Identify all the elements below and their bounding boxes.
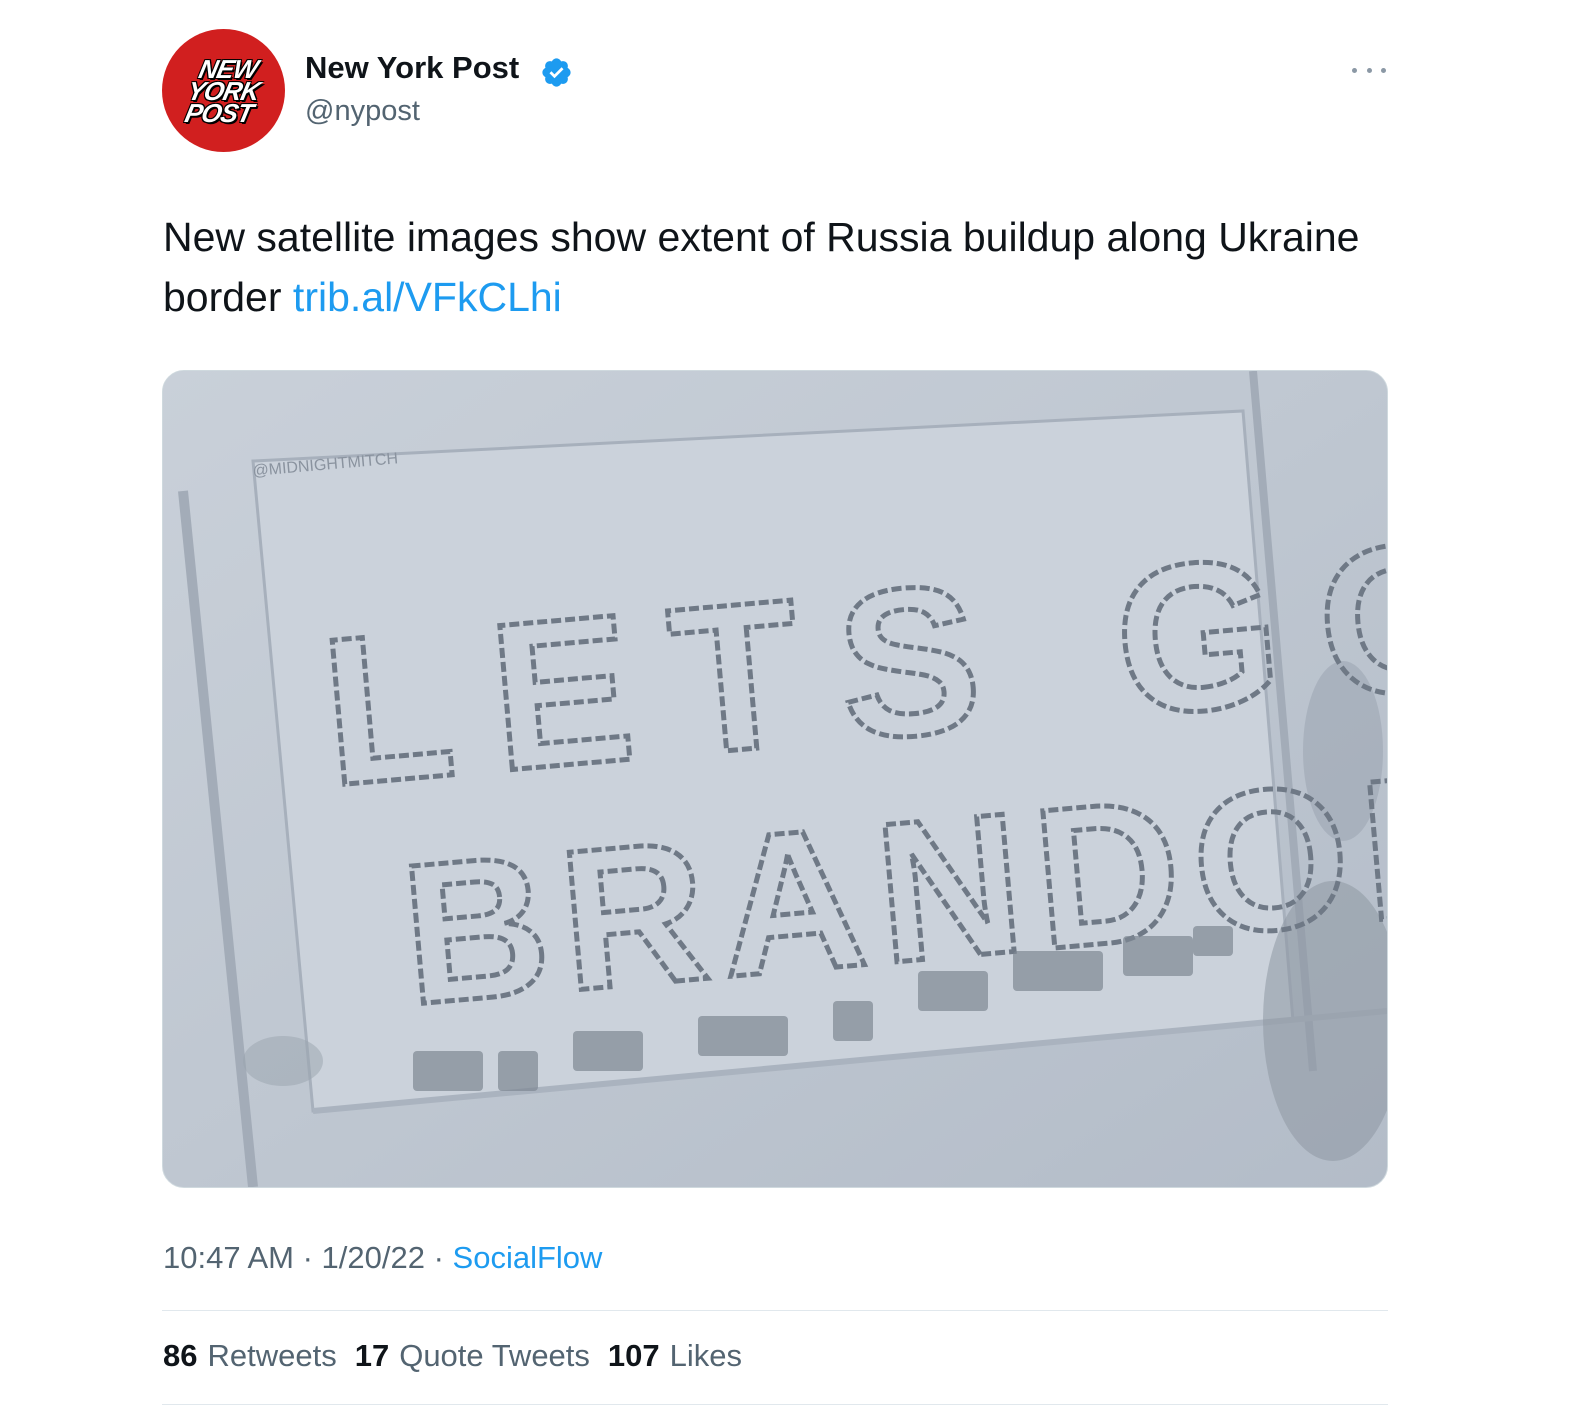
logo-line-3: POST	[182, 97, 256, 128]
tweet-link[interactable]: trib.al/VFkCLhi	[293, 274, 562, 320]
verified-badge-icon	[542, 58, 571, 87]
tweet-date[interactable]: 1/20/22	[322, 1240, 425, 1275]
quote-tweets-stat[interactable]: 17 Quote Tweets	[355, 1338, 590, 1374]
divider	[162, 1310, 1388, 1311]
more-dots-icon[interactable]	[1352, 60, 1386, 80]
tweet-meta: 10:47 AM · 1/20/22 · SocialFlow	[163, 1240, 602, 1276]
satellite-image: @MIDNIGHTMITCH LETS GO BRANDON	[163, 371, 1387, 1187]
author-avatar[interactable]: NEW YORK POST	[162, 29, 285, 152]
tweet-card: NEW YORK POST New York Post @nypost New …	[0, 0, 1574, 1412]
retweets-stat[interactable]: 86 Retweets	[163, 1338, 337, 1374]
quote-label: Quote Tweets	[399, 1338, 590, 1373]
retweets-label: Retweets	[207, 1338, 337, 1373]
tweet-text: New satellite images show extent of Russ…	[163, 207, 1393, 327]
divider	[162, 1404, 1388, 1405]
tweet-media-image[interactable]: @MIDNIGHTMITCH LETS GO BRANDON	[162, 370, 1388, 1188]
likes-count: 107	[607, 1338, 660, 1373]
meta-separator: ·	[424, 1240, 453, 1275]
tweet-source[interactable]: SocialFlow	[453, 1240, 603, 1275]
likes-label: Likes	[669, 1338, 743, 1373]
likes-stat[interactable]: 107 Likes	[608, 1338, 742, 1374]
author-name[interactable]: New York Post	[305, 50, 519, 86]
nypost-logo: NEW YORK POST	[181, 54, 266, 128]
meta-separator: ·	[293, 1240, 322, 1275]
quote-count: 17	[354, 1338, 390, 1373]
retweets-count: 86	[163, 1338, 198, 1373]
tweet-time[interactable]: 10:47 AM	[163, 1240, 294, 1275]
author-handle[interactable]: @nypost	[305, 95, 420, 128]
tweet-stats: 86 Retweets 17 Quote Tweets 107 Likes	[163, 1338, 742, 1374]
